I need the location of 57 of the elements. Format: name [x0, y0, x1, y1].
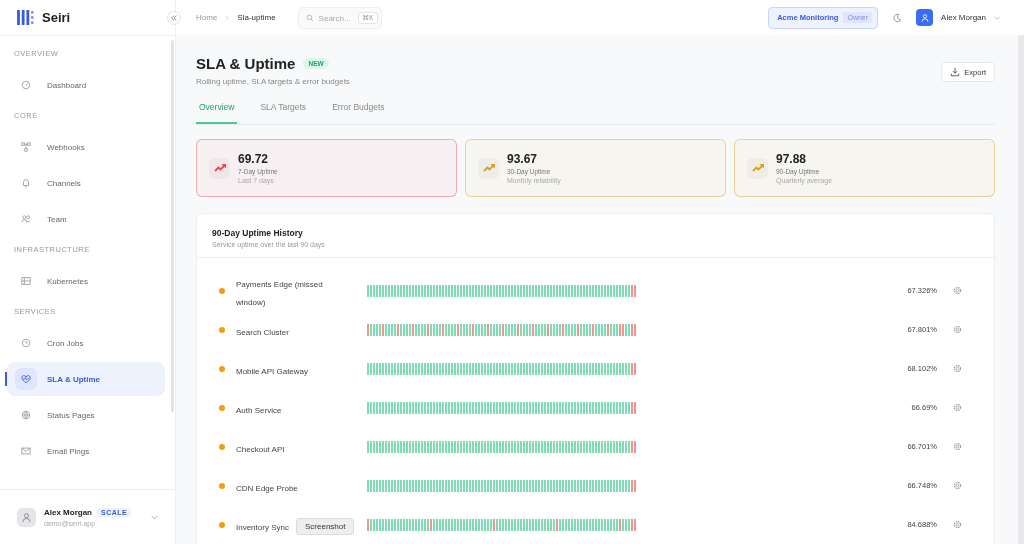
chevron-down-icon[interactable] — [994, 15, 1000, 20]
nav-item[interactable]: Webhooks — [7, 130, 165, 164]
service-name: Auth Service — [236, 405, 282, 415]
bell-icon — [21, 178, 31, 188]
service-name: Mobile API Gateway — [236, 366, 309, 376]
nodes-icon — [21, 142, 31, 152]
tab[interactable]: Overview — [196, 98, 238, 124]
avatar-icon — [17, 507, 36, 527]
nav-item[interactable]: Team — [7, 202, 165, 236]
brand-name: Seiri — [42, 10, 71, 25]
team-icon — [21, 214, 31, 224]
tab[interactable]: SLA Targets — [257, 98, 310, 124]
chevron-right-icon — [225, 14, 230, 21]
collapse-button[interactable] — [167, 11, 181, 25]
user-menu[interactable]: Alex Morgan — [941, 13, 986, 22]
nav-item[interactable]: Dashboard — [7, 68, 165, 102]
settings-icon[interactable] — [953, 442, 962, 451]
service-name: Search Cluster — [236, 327, 289, 337]
envelope-icon — [21, 446, 31, 456]
gauge-icon — [21, 80, 31, 90]
nav-item[interactable]: SLA & Uptime — [7, 362, 165, 396]
nav-item[interactable]: Email Pings — [7, 434, 165, 468]
server-icon — [21, 276, 31, 286]
tooltip: Screenshot — [296, 518, 355, 535]
card-title: 90-Day Uptime History — [212, 228, 304, 238]
pulse-icon — [21, 374, 31, 384]
moon-icon[interactable] — [892, 12, 903, 23]
logo-icon — [17, 10, 34, 25]
double-chevron-left-icon — [170, 14, 178, 22]
user-avatar-icon[interactable] — [916, 9, 934, 26]
service-name: Inventory Sync — [236, 522, 289, 532]
page-title: SLA & Uptime — [196, 55, 296, 72]
settings-icon[interactable] — [953, 520, 962, 529]
service-name: CDN Edge Probe — [236, 483, 298, 493]
stat-value: 97.88 — [776, 152, 808, 166]
user-name: Alex Morgan — [44, 507, 92, 517]
clock-icon — [21, 338, 31, 348]
nav-item[interactable]: Cron Jobs — [7, 326, 165, 360]
tab[interactable]: Error Budgets — [329, 98, 388, 124]
nav-item[interactable]: Status Pages — [7, 398, 165, 432]
chevron-down-icon[interactable] — [151, 514, 158, 520]
settings-icon[interactable] — [953, 481, 962, 490]
settings-icon[interactable] — [953, 364, 962, 373]
download-icon — [950, 67, 961, 77]
globe-icon — [21, 410, 31, 420]
stat-value: 93.67 — [507, 152, 539, 166]
nav-item[interactable]: Channels — [7, 166, 165, 200]
breadcrumb-current: Sla-uptime — [237, 13, 276, 22]
settings-icon[interactable] — [953, 403, 962, 412]
page-subtitle: Rolling uptime, SLA targets & error budgets — [196, 77, 350, 86]
search-icon — [305, 13, 314, 22]
nav-item[interactable]: Kubernetes — [7, 264, 165, 298]
service-name: Payments Edge (missed window) — [236, 279, 323, 307]
settings-icon[interactable] — [953, 325, 962, 334]
stat-value: 69.72 — [238, 152, 270, 166]
service-name: Checkout API — [236, 444, 285, 454]
settings-icon[interactable] — [953, 286, 962, 295]
